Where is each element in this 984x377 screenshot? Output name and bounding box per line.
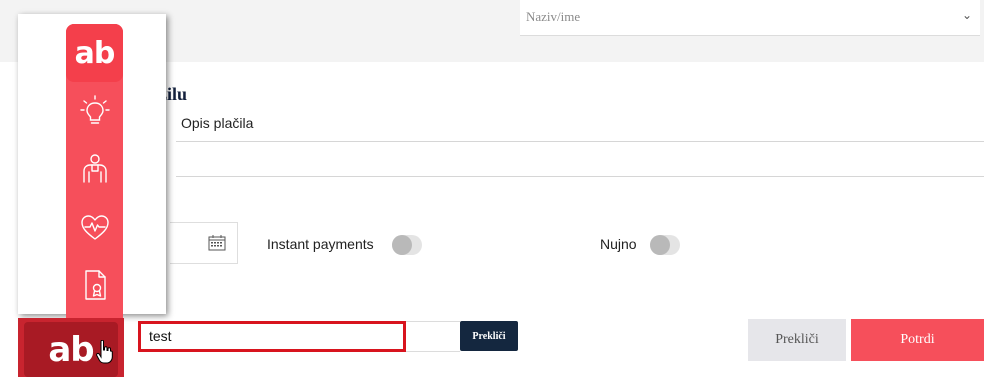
launcher-logo[interactable]: ab xyxy=(66,24,123,82)
instant-payments-toggle[interactable] xyxy=(392,235,422,255)
cancel-button[interactable]: Prekliči xyxy=(748,319,846,361)
small-cancel-button[interactable]: Prekliči xyxy=(460,321,518,351)
chevron-down-icon: ⌄ xyxy=(961,8,972,22)
instant-payments-label: Instant payments xyxy=(267,236,374,252)
toggle-knob xyxy=(650,235,670,255)
launcher-strip: ab xyxy=(66,24,123,320)
description-label: Opis plačila xyxy=(181,115,254,131)
app-logo-button[interactable]: ab xyxy=(18,318,124,377)
text-input[interactable]: test xyxy=(138,321,406,352)
name-select-placeholder: Naziv/ime xyxy=(526,9,581,24)
urgent-label: Nujno xyxy=(600,236,637,252)
hand-coin-icon[interactable] xyxy=(79,152,111,186)
confirm-button[interactable]: Potrdi xyxy=(851,319,984,361)
urgent-toggle[interactable] xyxy=(650,235,680,255)
hand-cursor-icon xyxy=(96,339,114,369)
date-field[interactable] xyxy=(170,222,238,264)
toggle-knob xyxy=(392,235,412,255)
launcher-panel: ab xyxy=(18,14,166,320)
calendar-icon[interactable] xyxy=(208,235,226,256)
heart-pulse-icon[interactable] xyxy=(79,210,111,244)
name-select[interactable]: Naziv/ime ⌄ xyxy=(520,0,980,36)
lightbulb-icon[interactable] xyxy=(79,94,111,128)
text-input-extension xyxy=(406,321,460,352)
document-badge-icon[interactable] xyxy=(79,268,111,302)
description-input[interactable] xyxy=(176,141,984,177)
